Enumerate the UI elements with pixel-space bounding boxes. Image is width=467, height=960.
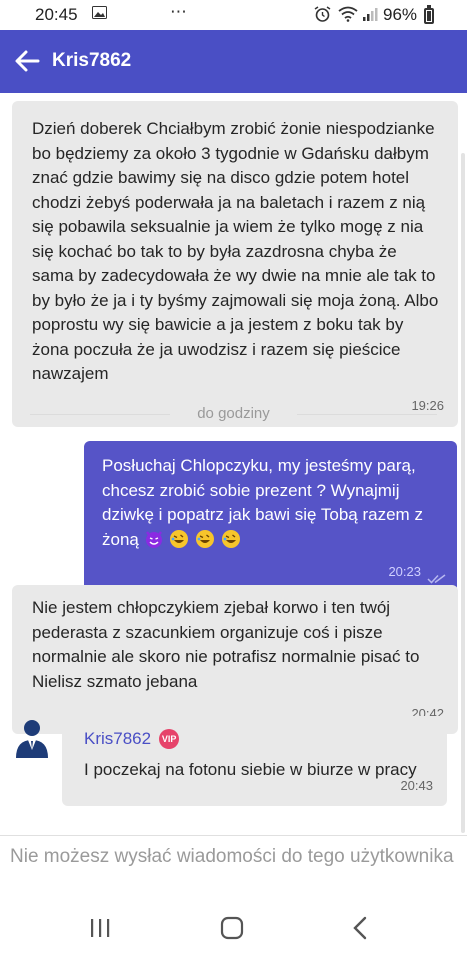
message-time: 20:43 [400, 777, 433, 793]
cannot-send-notice: Nie możesz wysłać wiadomości do tego uży… [10, 846, 454, 867]
system-nav-bar [0, 900, 467, 960]
message-text: Nie jestem chłopczykiem zjebał korwo i t… [32, 598, 420, 691]
rofl-emoji [196, 529, 215, 548]
contact-name[interactable]: Kris7862 [52, 50, 131, 72]
rofl-emoji [170, 529, 189, 548]
smiling-devil-emoji [145, 530, 162, 548]
sender-avatar[interactable] [10, 716, 54, 760]
home-icon[interactable] [220, 916, 244, 940]
recents-icon[interactable] [89, 918, 111, 938]
message-text: Dzień doberek Chciałbym zrobić żonie nie… [32, 119, 439, 383]
status-time: 20:45 [35, 5, 78, 24]
rofl-emoji [221, 529, 240, 548]
composer-disabled: Nie możesz wysłać wiadomości do tego uży… [0, 835, 467, 901]
read-ticks-icon [427, 574, 446, 584]
signal-icon [362, 6, 378, 25]
image-icon [92, 6, 107, 22]
back-arrow-icon[interactable] [14, 46, 40, 76]
message-list[interactable]: Dzień doberek Chciałbym zrobić żonie nie… [0, 93, 467, 835]
back-icon[interactable] [352, 916, 368, 940]
more-icon: ⋯ [170, 2, 187, 21]
message-bubble-incoming[interactable]: Dzień doberek Chciałbym zrobić żonie nie… [12, 101, 458, 427]
emoji-group [144, 529, 242, 549]
message-time: 20:23 [388, 563, 421, 579]
alarm-icon [314, 6, 331, 25]
sender-name[interactable]: Kris7862 [84, 727, 151, 752]
scrollbar[interactable] [461, 153, 465, 833]
message-text: I poczekaj na fotonu siebie w biurze w p… [84, 760, 417, 779]
sender-row: Kris7862 VIP [84, 724, 433, 754]
wifi-icon [338, 6, 358, 25]
chat-header: Kris7862 [0, 30, 467, 93]
message-bubble-incoming[interactable]: Nie jestem chłopczykiem zjebał korwo i t… [12, 585, 458, 734]
battery-percent: 96% [383, 5, 418, 24]
status-bar: 20:45 ⋯ 96% [0, 0, 467, 30]
message-bubble-incoming[interactable]: Kris7862 VIP I poczekaj na fotonu siebie… [62, 716, 447, 806]
date-separator: do godziny [30, 395, 437, 435]
message-bubble-outgoing[interactable]: Posłuchaj Chlopczyku, my jesteśmy parą, … [84, 441, 457, 592]
vip-badge: VIP [159, 729, 180, 749]
battery-icon [424, 5, 434, 24]
